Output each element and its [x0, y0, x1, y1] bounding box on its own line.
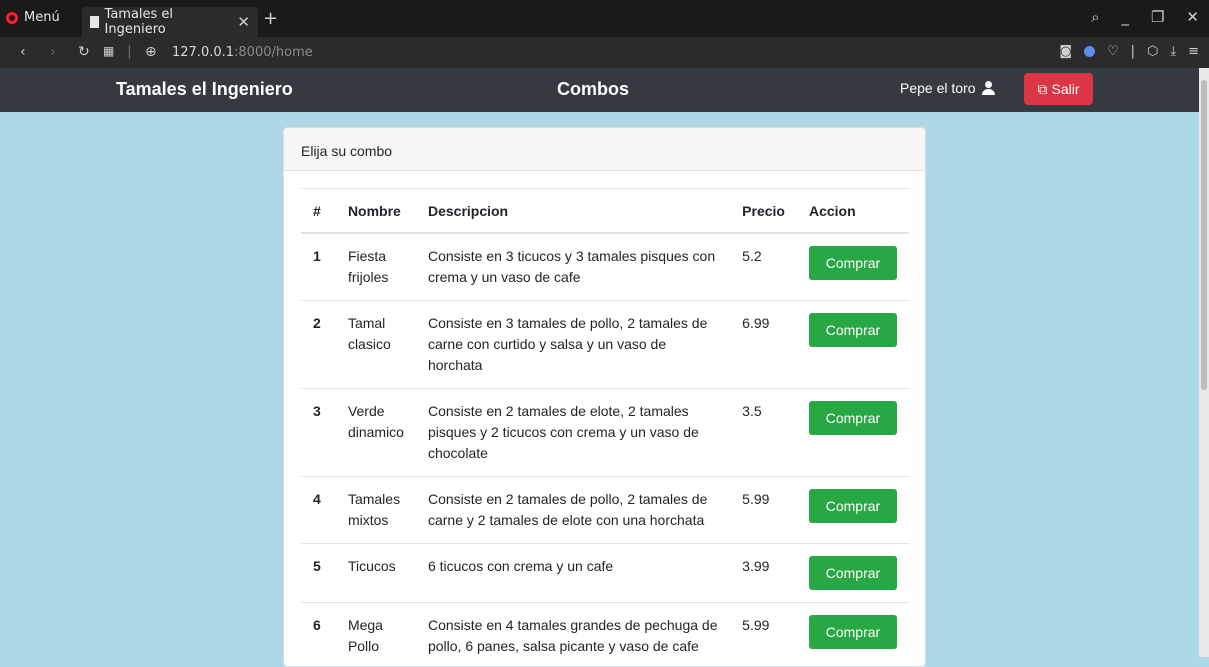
- combo-card: Elija su combo # Nombre Descripcion Prec…: [283, 127, 926, 667]
- row-number: 6: [301, 603, 336, 667]
- window-controls: ⌕ _ ❐ ✕: [1091, 8, 1199, 26]
- col-header-precio: Precio: [730, 189, 797, 234]
- table-header-row: # Nombre Descripcion Precio Accion: [301, 189, 909, 234]
- new-tab-button[interactable]: +: [263, 8, 278, 29]
- row-name: Tamales mixtos: [336, 477, 416, 544]
- search-tabs-icon[interactable]: ⌕: [1091, 8, 1099, 26]
- row-action: Comprar: [797, 544, 909, 603]
- opera-logo-icon: [6, 12, 18, 24]
- col-header-nombre: Nombre: [336, 189, 416, 234]
- col-header-number: #: [301, 189, 336, 234]
- close-tab-icon[interactable]: ✕: [237, 13, 250, 31]
- browser-tab[interactable]: Tamales el Ingeniero ✕: [82, 7, 258, 37]
- url-host: 127.0.0.1: [172, 45, 234, 60]
- scrollbar-thumb[interactable]: [1201, 80, 1207, 390]
- tab-title: Tamales el Ingeniero: [105, 7, 232, 37]
- table-row: 6 Mega Pollo Consiste en 4 tamales grand…: [301, 603, 909, 667]
- row-price: 6.99: [730, 301, 797, 389]
- comprar-button[interactable]: Comprar: [809, 615, 897, 649]
- table-row: 1 Fiesta frijoles Consiste en 3 ticucos …: [301, 233, 909, 301]
- globe-icon: ⊕: [145, 44, 157, 60]
- url-field[interactable]: 127.0.0.1:8000/home: [172, 45, 313, 60]
- logout-label: Salir: [1051, 81, 1079, 97]
- row-name: Ticucos: [336, 544, 416, 603]
- row-action: Comprar: [797, 301, 909, 389]
- row-number: 1: [301, 233, 336, 301]
- speed-dial-icon[interactable]: ▦: [103, 44, 114, 58]
- heart-icon[interactable]: ♡: [1107, 44, 1119, 59]
- browser-menu-button[interactable]: Menú: [6, 10, 60, 25]
- row-price: 3.5: [730, 389, 797, 477]
- reload-icon[interactable]: ↻: [78, 44, 90, 60]
- row-description: Consiste en 4 tamales grandes de pechuga…: [416, 603, 730, 667]
- window-close-icon[interactable]: ✕: [1186, 8, 1199, 26]
- vpn-shield-icon[interactable]: [1084, 46, 1095, 57]
- comprar-button[interactable]: Comprar: [809, 313, 897, 347]
- table-row: 4 Tamales mixtos Consiste en 2 tamales d…: [301, 477, 909, 544]
- row-price: 5.99: [730, 603, 797, 667]
- row-action: Comprar: [797, 233, 909, 301]
- row-description: Consiste en 3 tamales de pollo, 2 tamale…: [416, 301, 730, 389]
- row-price: 5.99: [730, 477, 797, 544]
- divider: |: [1131, 44, 1135, 59]
- back-icon[interactable]: ‹: [20, 44, 26, 60]
- comprar-button[interactable]: Comprar: [809, 246, 897, 280]
- table-row: 2 Tamal clasico Consiste en 3 tamales de…: [301, 301, 909, 389]
- col-header-descripcion: Descripcion: [416, 189, 730, 234]
- comprar-button[interactable]: Comprar: [809, 489, 897, 523]
- restore-icon[interactable]: ❐: [1151, 8, 1164, 26]
- external-link-icon: ⧉: [1037, 81, 1047, 98]
- browser-address-bar: ‹ › ↻ ▦ | ⊕ 127.0.0.1:8000/home ◙ ♡ | ⬡ …: [0, 37, 1209, 68]
- divider: |: [127, 44, 132, 60]
- minimize-icon[interactable]: _: [1121, 8, 1129, 26]
- page-title: Combos: [557, 79, 629, 100]
- row-name: Tamal clasico: [336, 301, 416, 389]
- comprar-button[interactable]: Comprar: [809, 401, 897, 435]
- row-price: 5.2: [730, 233, 797, 301]
- row-description: Consiste en 2 tamales de elote, 2 tamale…: [416, 389, 730, 477]
- browser-tab-bar: Menú Tamales el Ingeniero ✕ + ⌕ _ ❐ ✕: [0, 0, 1209, 37]
- app-navbar: Tamales el Ingeniero Combos Pepe el toro…: [0, 68, 1199, 112]
- camera-icon[interactable]: ◙: [1059, 44, 1072, 59]
- row-action: Comprar: [797, 477, 909, 544]
- col-header-accion: Accion: [797, 189, 909, 234]
- easy-setup-icon[interactable]: ≡: [1188, 44, 1199, 59]
- row-action: Comprar: [797, 603, 909, 667]
- row-name: Verde dinamico: [336, 389, 416, 477]
- row-number: 3: [301, 389, 336, 477]
- logout-button[interactable]: ⧉ Salir: [1024, 73, 1093, 105]
- row-description: Consiste en 2 tamales de pollo, 2 tamale…: [416, 477, 730, 544]
- row-price: 3.99: [730, 544, 797, 603]
- row-name: Fiesta frijoles: [336, 233, 416, 301]
- user-name: Pepe el toro: [900, 80, 976, 96]
- row-description: Consiste en 3 ticucos y 3 tamales pisque…: [416, 233, 730, 301]
- browser-menu-label: Menú: [24, 10, 60, 25]
- user-check-icon: [982, 81, 998, 95]
- brand-title[interactable]: Tamales el Ingeniero: [116, 79, 293, 100]
- row-number: 2: [301, 301, 336, 389]
- url-path: :8000/home: [234, 45, 313, 60]
- row-name: Mega Pollo: [336, 603, 416, 667]
- download-icon[interactable]: ⤓: [1170, 44, 1176, 59]
- row-action: Comprar: [797, 389, 909, 477]
- row-number: 5: [301, 544, 336, 603]
- combo-table: # Nombre Descripcion Precio Accion 1 Fie…: [301, 188, 909, 667]
- comprar-button[interactable]: Comprar: [809, 556, 897, 590]
- card-header: Elija su combo: [284, 128, 925, 171]
- browser-tools: ◙ ♡ | ⬡ ⤓ ≡: [1059, 44, 1199, 59]
- user-info: Pepe el toro: [900, 80, 998, 96]
- page-icon: [90, 16, 99, 28]
- row-description: 6 ticucos con crema y un cafe: [416, 544, 730, 603]
- table-row: 3 Verde dinamico Consiste en 2 tamales d…: [301, 389, 909, 477]
- table-row: 5 Ticucos 6 ticucos con crema y un cafe …: [301, 544, 909, 603]
- forward-icon[interactable]: ›: [50, 44, 56, 60]
- row-number: 4: [301, 477, 336, 544]
- extensions-icon[interactable]: ⬡: [1147, 44, 1158, 59]
